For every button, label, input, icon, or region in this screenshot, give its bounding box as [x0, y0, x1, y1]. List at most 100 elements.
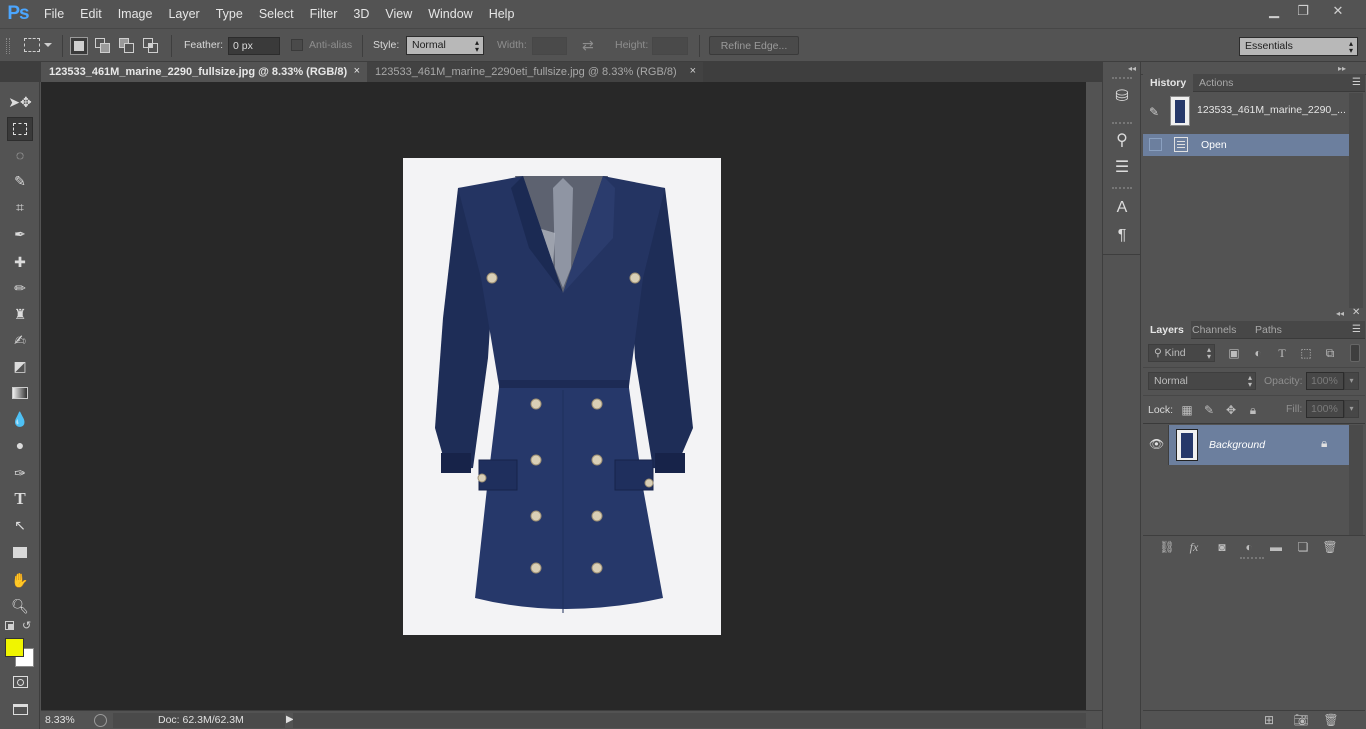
lock-image-pixels-icon[interactable]: ✎	[1202, 403, 1216, 417]
tab-channels[interactable]: Channels	[1185, 321, 1243, 339]
menu-3d[interactable]: 3D	[345, 0, 377, 28]
brush-tool-icon[interactable]: ✏	[7, 276, 33, 300]
panel-resize-grip[interactable]	[1240, 557, 1264, 559]
new-layer-icon[interactable]: ❏	[1296, 540, 1310, 554]
zoom-level[interactable]: 8.33%	[45, 714, 75, 726]
close-window-button[interactable]: ✕	[1324, 2, 1352, 20]
collapse-panels-icon[interactable]: ▸▸	[1338, 64, 1346, 73]
panel-menu-icon[interactable]: ☰	[1352, 324, 1361, 335]
zoom-tool-icon[interactable]: 🔍︎	[7, 594, 33, 618]
opacity-input[interactable]: 100%	[1306, 372, 1344, 390]
eraser-tool-icon[interactable]: ◩	[7, 354, 33, 378]
filter-shape-icon[interactable]: ⬚	[1299, 346, 1313, 360]
history-brush-tool-icon[interactable]: ✍	[7, 328, 33, 352]
document-tab-2[interactable]: 123533_461M_marine_2290eti_fullsize.jpg …	[367, 62, 703, 82]
hand-tool-icon[interactable]: ✋	[7, 568, 33, 592]
anti-alias-checkbox[interactable]	[291, 39, 303, 51]
screen-mode-icon[interactable]	[7, 697, 33, 721]
blend-mode-select[interactable]: Normal ▴ ▾	[1148, 372, 1256, 390]
filter-adjustment-icon[interactable]: ◐	[1251, 346, 1265, 360]
eyedropper-tool-icon[interactable]: ✒	[7, 222, 33, 246]
add-to-selection-icon[interactable]	[95, 38, 111, 54]
dodge-tool-icon[interactable]: ●	[7, 433, 33, 457]
default-colors-icon[interactable]	[5, 621, 14, 630]
menu-image[interactable]: Image	[110, 0, 161, 28]
lock-all-icon[interactable]: 🔒︎	[1246, 403, 1260, 417]
crop-tool-icon[interactable]: ⌗	[7, 195, 33, 219]
fill-dropdown-icon[interactable]: ▾	[1344, 400, 1359, 418]
move-tool-icon[interactable]: ➤✥	[7, 90, 33, 114]
type-tool-icon[interactable]: T	[7, 487, 33, 511]
history-panel-icon[interactable]: ⛁	[1112, 86, 1132, 106]
paragraph-panel-icon[interactable]: ¶	[1112, 226, 1132, 246]
foreground-color-swatch[interactable]	[5, 638, 24, 657]
rect-marquee-preset-icon[interactable]	[24, 38, 40, 52]
menu-edit[interactable]: Edit	[72, 0, 110, 28]
lasso-tool-icon[interactable]: ◌	[7, 143, 33, 167]
tab-layers[interactable]: Layers	[1143, 321, 1191, 339]
width-input[interactable]	[532, 37, 567, 55]
rectangle-tool-icon[interactable]	[7, 540, 33, 564]
add-mask-icon[interactable]: ◙	[1215, 540, 1229, 554]
path-selection-tool-icon[interactable]: ↖	[7, 513, 33, 537]
opacity-dropdown-icon[interactable]: ▾	[1344, 372, 1359, 390]
eye-icon[interactable]: 👁︎	[1149, 437, 1164, 451]
quick-selection-tool-icon[interactable]: ✎	[7, 169, 33, 193]
new-selection-icon[interactable]	[70, 37, 88, 55]
swap-dimensions-icon[interactable]: ⇄	[582, 37, 594, 54]
rectangular-marquee-tool-icon[interactable]	[7, 117, 33, 141]
filter-type-icon[interactable]: T	[1275, 346, 1289, 360]
horizontal-scrollbar[interactable]	[293, 713, 1086, 728]
menu-type[interactable]: Type	[208, 0, 251, 28]
history-state-row[interactable]: Open	[1143, 134, 1349, 156]
pen-tool-icon[interactable]: ✑	[7, 461, 33, 485]
menu-select[interactable]: Select	[251, 0, 302, 28]
quick-mask-icon[interactable]	[7, 670, 33, 694]
tab-actions[interactable]: Actions	[1192, 74, 1240, 92]
layer-filter-select[interactable]: ⚲ Kind ▴ ▾	[1148, 344, 1215, 362]
swap-colors-icon[interactable]: ↺	[22, 619, 31, 632]
menu-file[interactable]: File	[36, 0, 72, 28]
fill-input[interactable]: 100%	[1306, 400, 1344, 418]
layer-row-background[interactable]: 👁︎ Background 🔒︎	[1143, 425, 1349, 465]
workspace-select[interactable]: Essentials ▴ ▾	[1239, 37, 1358, 56]
brush-presets-icon[interactable]: ⚲	[1112, 130, 1132, 150]
height-input[interactable]	[652, 37, 688, 55]
tab-paths[interactable]: Paths	[1248, 321, 1289, 339]
history-source-checkbox[interactable]	[1149, 138, 1162, 151]
style-select[interactable]: Normal ▴ ▾	[406, 36, 484, 55]
delete-layer-trash-icon[interactable]: 🗑︎	[1322, 540, 1337, 554]
menu-help[interactable]: Help	[481, 0, 523, 28]
gradient-tool-icon[interactable]	[7, 381, 33, 405]
filter-pixel-icon[interactable]: ▣	[1227, 346, 1241, 360]
refine-edge-button[interactable]: Refine Edge...	[709, 36, 799, 55]
lock-position-icon[interactable]: ✥	[1224, 403, 1238, 417]
new-group-folder-icon[interactable]: ▬	[1269, 540, 1283, 554]
collapse-panel-icon[interactable]: ◂◂	[1336, 309, 1344, 318]
delete-state-trash-icon[interactable]: 🗑︎	[1323, 713, 1338, 727]
close-tab-icon[interactable]: ×	[690, 65, 696, 77]
restore-button[interactable]: ❐	[1289, 2, 1317, 20]
link-layers-icon[interactable]: ⛓	[1159, 540, 1174, 554]
close-panel-icon[interactable]: ✕	[1352, 307, 1360, 318]
subtract-from-selection-icon[interactable]	[119, 38, 135, 54]
layer-style-fx-icon[interactable]: fx	[1187, 540, 1201, 554]
filter-toggle-switch[interactable]	[1350, 344, 1360, 362]
document-image[interactable]	[403, 158, 721, 635]
history-snapshot-row[interactable]: ✎ 123533_461M_marine_2290_...	[1143, 93, 1365, 129]
menu-filter[interactable]: Filter	[302, 0, 346, 28]
menu-view[interactable]: View	[377, 0, 420, 28]
layers-scrollbar[interactable]	[1349, 425, 1363, 535]
spot-healing-tool-icon[interactable]: ✚	[7, 250, 33, 274]
menu-layer[interactable]: Layer	[160, 0, 207, 28]
clone-stamp-tool-icon[interactable]: ♜	[7, 302, 33, 326]
preset-dropdown-icon[interactable]	[44, 43, 52, 47]
minimize-button[interactable]: ▁	[1260, 2, 1288, 20]
history-brush-source-icon[interactable]: ✎	[1149, 105, 1159, 119]
tab-history[interactable]: History	[1143, 74, 1194, 92]
camera-snapshot-icon[interactable]: 📷︎	[1293, 713, 1308, 727]
adjustments-sliders-icon[interactable]: ☰	[1112, 157, 1132, 177]
menu-window[interactable]: Window	[420, 0, 480, 28]
history-scrollbar[interactable]	[1349, 93, 1363, 308]
character-panel-icon[interactable]: A	[1112, 198, 1132, 218]
